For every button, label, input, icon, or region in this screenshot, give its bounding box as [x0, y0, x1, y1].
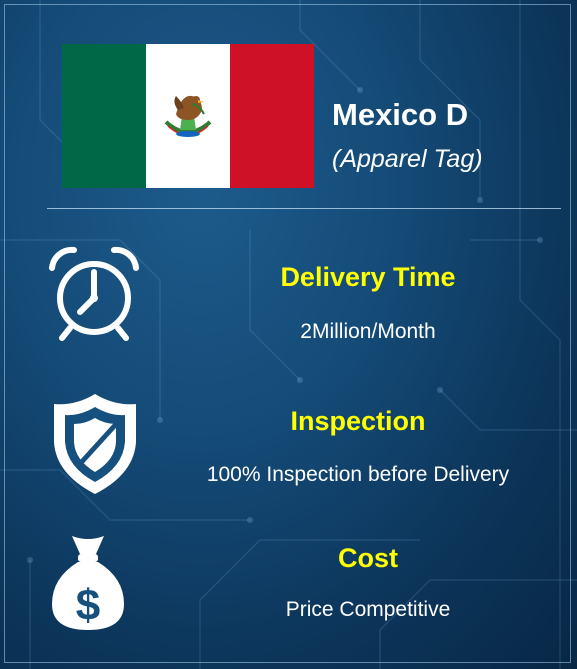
header-divider	[47, 208, 561, 209]
flag-green-stripe	[62, 44, 146, 188]
product-title: Mexico D	[332, 97, 469, 132]
money-bag-icon: $	[52, 536, 124, 630]
delivery-time-detail: 2Million/Month	[300, 320, 436, 343]
alarm-clock-icon	[49, 246, 139, 341]
shield-icon	[54, 394, 136, 494]
flag-red-stripe	[230, 44, 314, 188]
flag-white-stripe	[146, 44, 230, 188]
cost-heading: Cost	[338, 543, 398, 573]
svg-text:$: $	[76, 581, 100, 630]
delivery-time-heading: Delivery Time	[280, 262, 456, 292]
product-subtitle: (Apparel Tag)	[332, 145, 483, 173]
product-info-card: Mexico D (Apparel Tag) Delivery Time 2Mi…	[0, 0, 577, 669]
cost-detail: Price Competitive	[285, 598, 451, 621]
inspection-detail: 100% Inspection before Delivery	[206, 463, 510, 486]
coat-of-arms-emblem	[164, 95, 212, 137]
inspection-heading: Inspection	[290, 406, 426, 436]
mexico-flag	[62, 44, 314, 188]
